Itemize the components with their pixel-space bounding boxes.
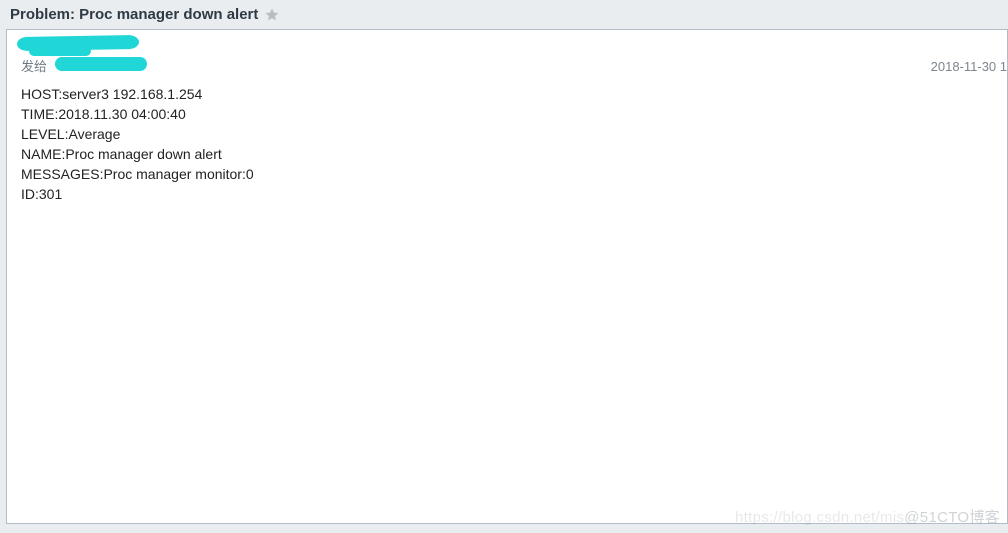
recipient-row: 发给 xyxy=(21,56,47,75)
message-panel: 发给 2018-11-30 1 HOST:server3 192.168.1.2… xyxy=(6,29,1008,524)
to-label: 发给 xyxy=(21,56,47,75)
redacted-recipient xyxy=(55,57,147,71)
time-label: TIME: xyxy=(21,106,58,122)
window-header: Problem: Proc manager down alert xyxy=(0,0,1008,27)
level-label: LEVEL: xyxy=(21,126,68,142)
message-body: HOST:server3 192.168.1.254 TIME:2018.11.… xyxy=(21,84,254,204)
time-value: 2018.11.30 04:00:40 xyxy=(58,106,185,122)
host-label: HOST: xyxy=(21,86,62,102)
name-value: Proc manager down alert xyxy=(65,146,221,162)
level-value: Average xyxy=(68,126,120,142)
messages-value: Proc manager monitor:0 xyxy=(103,166,253,182)
message-date: 2018-11-30 1 xyxy=(931,59,1007,74)
star-icon[interactable] xyxy=(264,7,280,23)
host-value: server3 192.168.1.254 xyxy=(62,86,202,102)
subject-title: Problem: Proc manager down alert xyxy=(10,6,258,23)
id-label: ID: xyxy=(21,186,39,202)
id-value: 301 xyxy=(39,186,62,202)
redacted-sender xyxy=(29,46,91,56)
messages-label: MESSAGES: xyxy=(21,166,103,182)
name-label: NAME: xyxy=(21,146,65,162)
